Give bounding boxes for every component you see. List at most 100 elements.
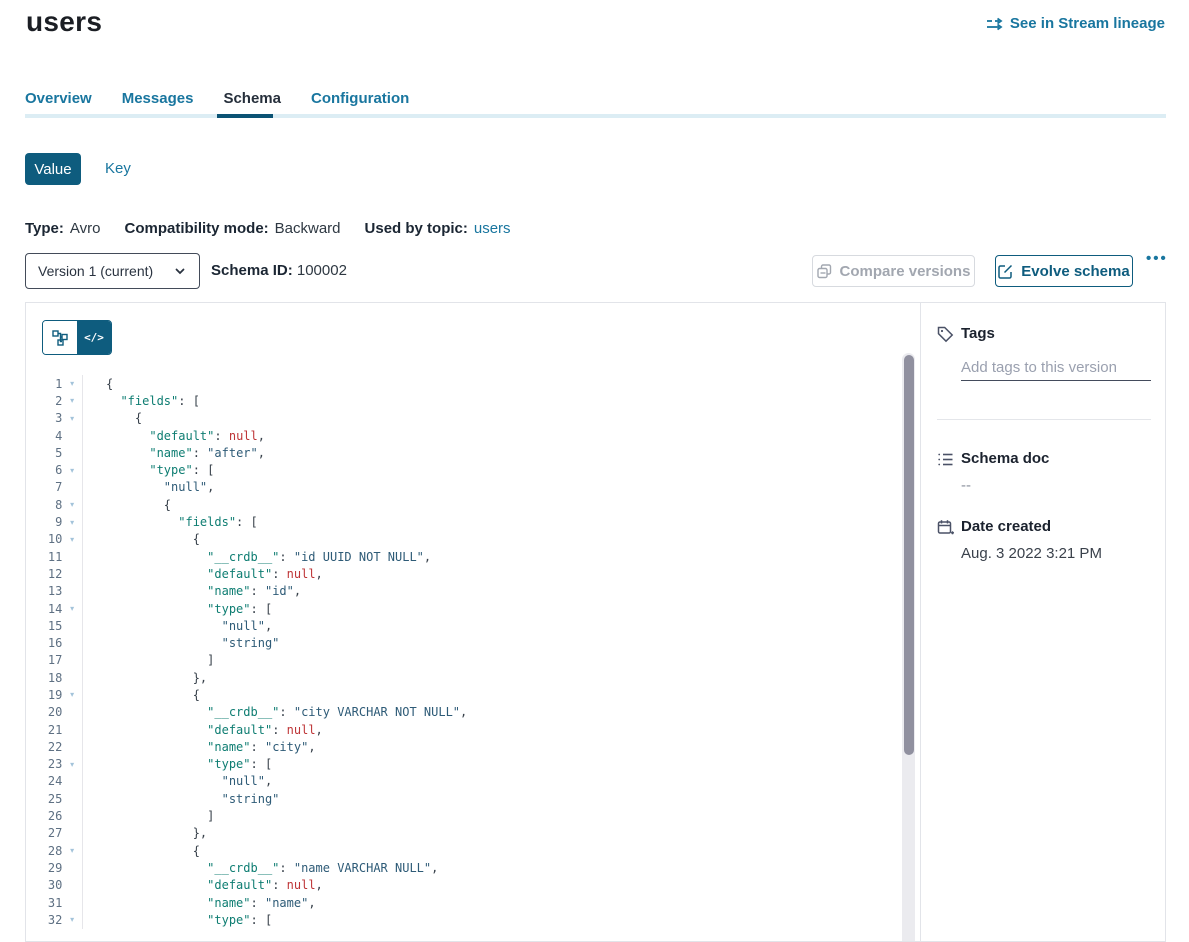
fold-arrow-icon[interactable]: ▾: [62, 414, 82, 423]
line-number: 18: [26, 671, 62, 685]
code-line: 16 "string": [26, 634, 920, 651]
line-gutter: 27: [26, 825, 83, 842]
type-label: Type:: [25, 220, 64, 237]
code-text: "type": [: [83, 913, 272, 927]
schema-doc-icon: [937, 451, 954, 468]
key-toggle-button[interactable]: Key: [105, 160, 131, 177]
code-line: 19▾ {: [26, 686, 920, 703]
line-number: 17: [26, 653, 62, 667]
code-line: 32▾ "type": [: [26, 911, 920, 928]
fold-arrow-icon[interactable]: ▾: [62, 604, 82, 613]
line-gutter: 1▾: [26, 375, 83, 392]
editor-scrollbar[interactable]: [902, 353, 915, 941]
code-text: {: [83, 844, 200, 858]
line-number: 11: [26, 550, 62, 564]
compare-versions-icon: [817, 264, 832, 279]
code-line: 7 "null",: [26, 479, 920, 496]
code-line: 28▾ {: [26, 842, 920, 859]
tabs-baseline: [25, 114, 1166, 118]
tree-view-button[interactable]: [43, 321, 77, 354]
compare-versions-label: Compare versions: [840, 263, 971, 280]
schema-doc-value: --: [961, 477, 971, 494]
code-text: "name": "id",: [83, 584, 301, 598]
tab-overview[interactable]: Overview: [25, 90, 92, 123]
version-select[interactable]: Version 1 (current): [25, 253, 200, 289]
schema-id: Schema ID: 100002: [211, 262, 347, 279]
code-line: 6▾ "type": [: [26, 461, 920, 478]
used-by-topic-link[interactable]: users: [474, 220, 511, 237]
line-gutter: 20: [26, 704, 83, 721]
more-options-button[interactable]: •••: [1146, 250, 1168, 267]
line-number: 30: [26, 878, 62, 892]
fold-arrow-icon[interactable]: ▾: [62, 396, 82, 405]
tags-input[interactable]: [961, 355, 1151, 381]
schema-id-value: 100002: [297, 262, 347, 279]
version-select-value: Version 1 (current): [38, 263, 173, 279]
line-number: 13: [26, 584, 62, 598]
code-view-icon: </>: [84, 331, 104, 344]
code-text: "default": null,: [83, 723, 323, 737]
schema-code-pane: </> 1▾{2▾ "fields": [3▾ {4 "default": nu…: [26, 303, 920, 941]
code-text: "default": null,: [83, 429, 265, 443]
compare-versions-button[interactable]: Compare versions: [812, 255, 975, 287]
line-gutter: 21: [26, 721, 83, 738]
line-number: 24: [26, 774, 62, 788]
line-gutter: 31: [26, 894, 83, 911]
code-line: 12 "default": null,: [26, 565, 920, 582]
tags-title: Tags: [961, 325, 995, 342]
evolve-schema-button[interactable]: Evolve schema: [995, 255, 1133, 287]
code-text: {: [83, 688, 200, 702]
fold-arrow-icon[interactable]: ▾: [62, 379, 82, 388]
line-number: 8: [26, 498, 62, 512]
fold-arrow-icon[interactable]: ▾: [62, 500, 82, 509]
line-number: 22: [26, 740, 62, 754]
see-in-stream-lineage-link[interactable]: See in Stream lineage: [986, 15, 1165, 32]
code-text: "name": "after",: [83, 446, 265, 460]
line-gutter: 9▾: [26, 513, 83, 530]
code-view-button[interactable]: </>: [77, 321, 111, 354]
fold-arrow-icon[interactable]: ▾: [62, 690, 82, 699]
schema-id-label: Schema ID:: [211, 262, 293, 279]
editor-scrollbar-thumb[interactable]: [904, 355, 914, 755]
code-text: ]: [83, 653, 214, 667]
tab-configuration[interactable]: Configuration: [311, 90, 409, 123]
tab-bar: Overview Messages Schema Configuration: [25, 90, 409, 123]
fold-arrow-icon[interactable]: ▾: [62, 846, 82, 855]
line-number: 25: [26, 792, 62, 806]
code-line: 11 "__crdb__": "id UUID NOT NULL",: [26, 548, 920, 565]
code-line: 14▾ "type": [: [26, 600, 920, 617]
stream-lineage-icon: [986, 16, 1003, 32]
line-gutter: 23▾: [26, 756, 83, 773]
code-line: 24 "null",: [26, 773, 920, 790]
fold-arrow-icon[interactable]: ▾: [62, 466, 82, 475]
line-number: 21: [26, 723, 62, 737]
fold-arrow-icon[interactable]: ▾: [62, 915, 82, 924]
line-gutter: 16: [26, 634, 83, 651]
line-gutter: 19▾: [26, 686, 83, 703]
evolve-schema-label: Evolve schema: [1021, 263, 1129, 280]
line-gutter: 14▾: [26, 600, 83, 617]
code-line: 5 "name": "after",: [26, 444, 920, 461]
tab-schema[interactable]: Schema: [223, 90, 281, 123]
fold-arrow-icon[interactable]: ▾: [62, 535, 82, 544]
type-value: Avro: [70, 220, 101, 237]
code-line: 30 "default": null,: [26, 877, 920, 894]
code-text: "string": [83, 636, 279, 650]
tab-messages[interactable]: Messages: [122, 90, 194, 123]
date-created-title: Date created: [961, 518, 1051, 535]
line-gutter: 12: [26, 565, 83, 582]
calendar-plus-icon: [937, 519, 954, 536]
line-gutter: 10▾: [26, 531, 83, 548]
line-number: 15: [26, 619, 62, 633]
fold-arrow-icon[interactable]: ▾: [62, 518, 82, 527]
code-line: 26 ]: [26, 807, 920, 824]
schema-panel: </> 1▾{2▾ "fields": [3▾ {4 "default": nu…: [25, 302, 1166, 942]
line-number: 23: [26, 757, 62, 771]
code-text: {: [83, 377, 113, 391]
line-gutter: 26: [26, 807, 83, 824]
value-toggle-button[interactable]: Value: [25, 153, 81, 185]
code-line: 25 "string": [26, 790, 920, 807]
code-line: 2▾ "fields": [: [26, 392, 920, 409]
code-text: "name": "name",: [83, 896, 316, 910]
fold-arrow-icon[interactable]: ▾: [62, 760, 82, 769]
